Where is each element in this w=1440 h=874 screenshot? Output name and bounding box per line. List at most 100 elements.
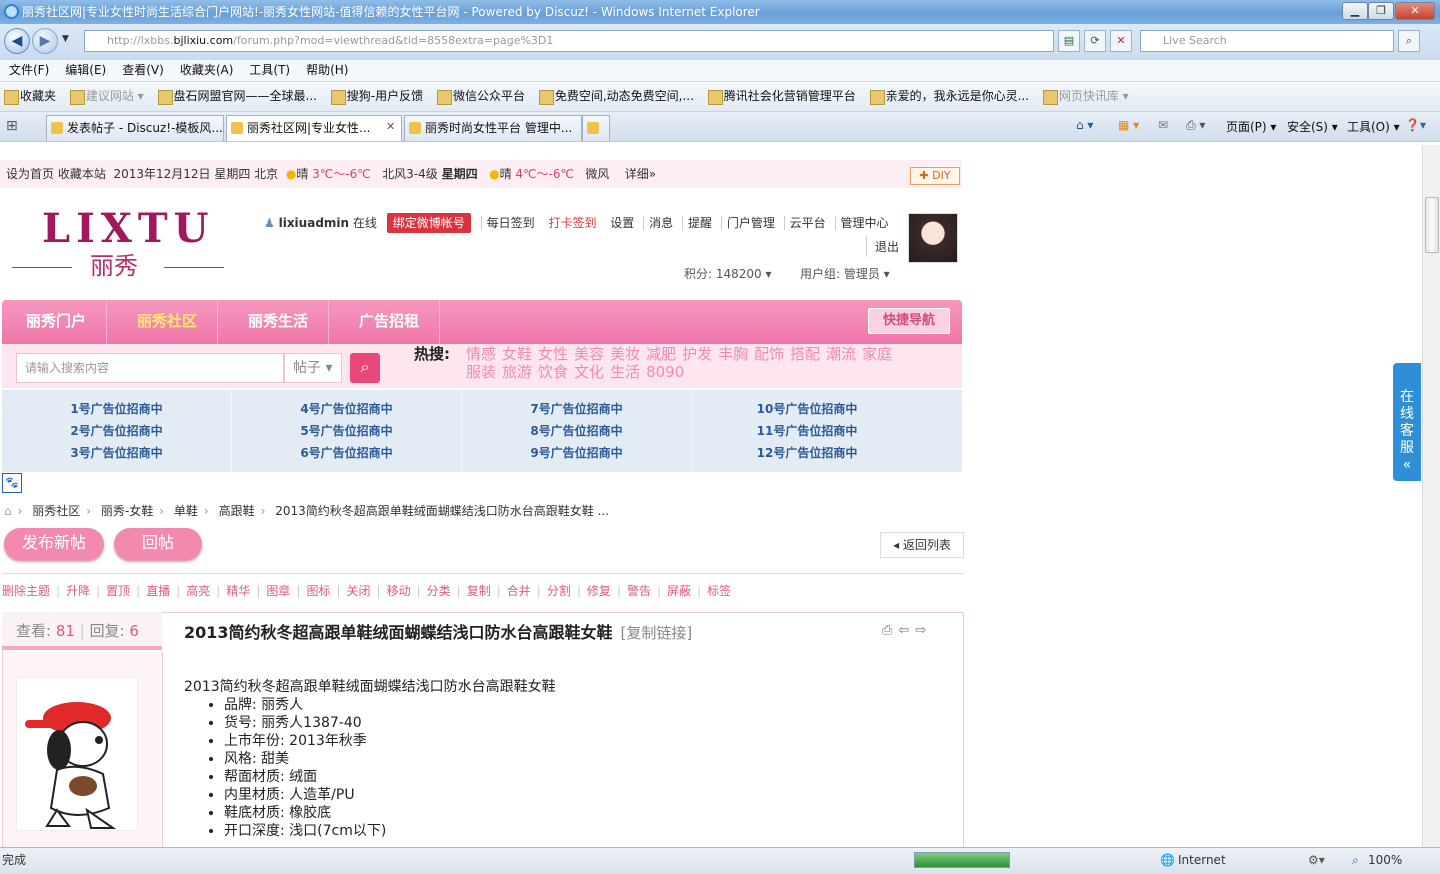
home-icon[interactable]: ⌂ [4,504,12,518]
diy-button[interactable]: ✚ DIY [910,167,960,185]
mod-action[interactable]: 修复 [587,584,611,598]
weather-detail-link[interactable]: 详细» [625,167,656,181]
hot-tag[interactable]: 情感 [466,345,496,363]
menu-file[interactable]: 文件(F) [0,60,56,81]
address-input[interactable]: http://lxbbs.bjlixiu.com/forum.php?mod=v… [84,30,1054,52]
vertical-scrollbar[interactable] [1422,145,1440,847]
hot-tag[interactable]: 文化 [574,363,604,381]
tab-post[interactable]: 发表帖子 - Discuz!-模板风... [46,115,224,141]
breadcrumb-item[interactable]: 高跟鞋 [219,504,255,518]
ad-slot[interactable]: 4号广告位招商中 [232,398,461,420]
print-icon[interactable]: ⎙ [882,623,898,638]
author-avatar[interactable] [16,677,138,831]
tab-admin[interactable]: 丽秀时尚女性平台 管理中... [404,115,582,141]
bind-weibo-button[interactable]: 绑定微博帐号 [386,213,471,233]
minimize-button[interactable]: ▁ [1342,2,1368,20]
usergroup-menu[interactable]: 用户组: 管理员 ▾ [800,264,890,284]
new-post-button[interactable]: 发布新帖 [4,528,104,560]
nav-life[interactable]: 丽秀生活 [228,300,330,344]
mod-action[interactable]: 标签 [707,584,731,598]
menu-favorites[interactable]: 收藏夹(A) [171,60,241,81]
checkin-link[interactable]: 打卡签到 [543,216,601,230]
favorites-button[interactable]: 收藏夹 [0,82,62,111]
portal-admin-link[interactable]: 门户管理 [720,216,780,230]
scrollbar-thumb[interactable] [1425,197,1439,253]
feeds-icon[interactable]: ▦ ▾ [1118,118,1139,132]
quick-tabs-icon[interactable]: ⊞ [6,118,18,134]
mod-action[interactable]: 升降 [66,584,90,598]
hot-tag[interactable]: 搭配 [790,345,820,363]
mod-action[interactable]: 高亮 [186,584,210,598]
collapse-icon[interactable]: « [1403,457,1412,473]
search-type-select[interactable]: 帖子 ▾ [284,353,342,383]
menu-view[interactable]: 查看(V) [113,60,171,81]
mail-icon[interactable]: ✉ [1158,118,1168,132]
site-links[interactable]: 设为首页 收藏本站 [6,167,106,181]
close-window-button[interactable]: ✕ [1395,2,1435,20]
menu-tools[interactable]: 工具(T) [240,60,297,81]
prev-thread-icon[interactable]: ⇦ [898,623,915,638]
ad-slot[interactable]: 12号广告位招商中 [692,442,922,464]
ad-slot[interactable]: 5号广告位招商中 [232,420,461,442]
ad-slot[interactable]: 9号广告位招商中 [462,442,691,464]
site-search-input[interactable]: 请输入搜索内容 [16,353,284,383]
ad-slot[interactable]: 11号广告位招商中 [692,420,922,442]
site-logo[interactable]: LIXTU 丽秀 [8,207,238,285]
hot-tag[interactable]: 女性 [538,345,568,363]
ad-slot[interactable]: 8号广告位招商中 [462,420,691,442]
nav-community[interactable]: 丽秀社区 [117,300,219,344]
hot-tag[interactable]: 旅游 [502,363,532,381]
hot-tag[interactable]: 美妆 [610,345,640,363]
hot-tag[interactable]: 丰胸 [718,345,748,363]
mod-action[interactable]: 分割 [547,584,571,598]
mod-action[interactable]: 移动 [387,584,411,598]
hot-tag[interactable]: 潮流 [826,345,856,363]
mod-action[interactable]: 图章 [266,584,290,598]
search-button[interactable]: ⌕ [350,353,380,383]
mod-action[interactable]: 警告 [627,584,651,598]
mod-action[interactable]: 删除主题 [2,584,50,598]
recent-pages-dropdown-icon[interactable]: ▼ [62,34,69,44]
breadcrumb-item[interactable]: 丽秀-女鞋 [101,504,153,518]
hot-tag[interactable]: 减肥 [646,345,676,363]
tab-community[interactable]: 丽秀社区网|专业女性... [226,115,402,141]
username[interactable]: lixiuadmin [279,216,349,230]
hot-tag[interactable]: 女鞋 [502,345,532,363]
mod-action[interactable]: 分类 [427,584,451,598]
messages-link[interactable]: 消息 [643,216,679,230]
ad-slot[interactable]: 6号广告位招商中 [232,442,461,464]
paw-icon[interactable]: 🐾 [2,473,22,493]
favorite-link[interactable]: 建议网站 ▾ [66,82,150,111]
next-thread-icon[interactable]: ⇨ [915,623,932,638]
hot-tag[interactable]: 8090 [646,363,684,381]
tools-menu[interactable]: 工具(O) ▾ [1347,118,1400,135]
menu-help[interactable]: 帮助(H) [297,60,355,81]
refresh-icon[interactable]: ⟳ [1084,30,1106,52]
hot-tag[interactable]: 护发 [682,345,712,363]
safety-menu[interactable]: 安全(S) ▾ [1287,118,1338,135]
favorite-link[interactable]: 亲爱的，我永远是你心灵... [866,82,1035,111]
favorite-link[interactable]: 盘石网盟官网——全球最... [154,82,323,111]
mod-action[interactable]: 屏蔽 [667,584,691,598]
forward-nav-button[interactable]: ▶ [32,28,58,54]
favorite-link[interactable]: 腾讯社会化营销管理平台 [704,82,862,111]
nav-ads[interactable]: 广告招租 [339,300,441,344]
ad-slot[interactable]: 1号广告位招商中 [2,398,231,420]
reply-button[interactable]: 回帖 [114,528,202,560]
hot-tag[interactable]: 家庭 [862,345,892,363]
hot-tag[interactable]: 饮食 [538,363,568,381]
hot-tag[interactable]: 服装 [466,363,496,381]
favorite-link[interactable]: 微信公众平台 [433,82,531,111]
mod-action[interactable]: 关闭 [347,584,371,598]
mod-action[interactable]: 图标 [306,584,330,598]
hot-tag[interactable]: 配饰 [754,345,784,363]
ad-slot[interactable]: 3号广告位招商中 [2,442,231,464]
live-search-input[interactable]: Live Search [1140,30,1394,52]
quick-nav-button[interactable]: 快捷导航 [868,308,950,334]
search-icon[interactable]: ⌕ [1398,30,1420,52]
user-avatar[interactable] [908,213,958,263]
notifications-link[interactable]: 提醒 [681,216,717,230]
hot-tag[interactable]: 美容 [574,345,604,363]
favorite-link[interactable]: 搜狗-用户反馈 [327,82,429,111]
logout-link[interactable]: 退出 [866,237,899,257]
